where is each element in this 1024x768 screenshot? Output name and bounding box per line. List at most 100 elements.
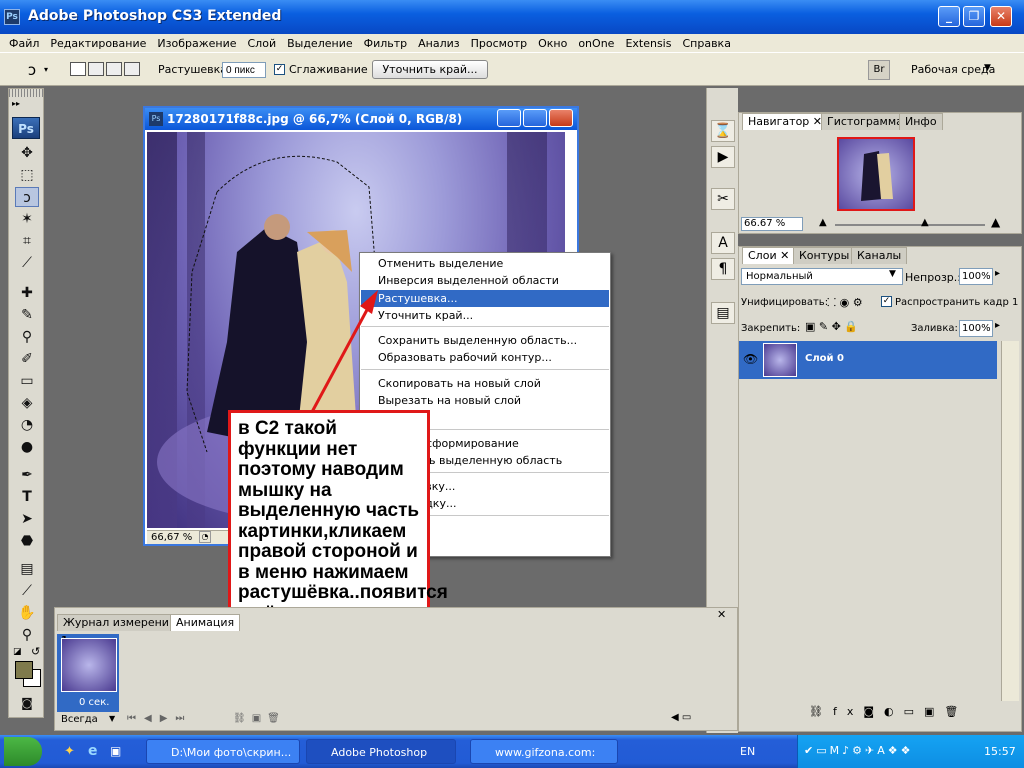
menu-analysis[interactable]: Анализ (413, 37, 466, 50)
notes-tool-icon[interactable]: ▤ (15, 559, 39, 579)
menu-file[interactable]: Файл (4, 37, 45, 50)
photoshop-logo-icon[interactable]: Ps (12, 117, 40, 139)
preset-dropdown-icon[interactable]: ▾ (44, 65, 48, 74)
language-indicator[interactable]: EN (740, 745, 755, 758)
frame-footer-icons[interactable]: ⛓▣🗑 (233, 713, 286, 724)
move-tool-icon[interactable]: ✥ (15, 143, 39, 163)
taskbar-item-photoshop[interactable]: Adobe Photoshop CS... (306, 739, 456, 764)
blend-mode-select[interactable]: Нормальный (741, 268, 903, 285)
actions-panel-icon[interactable]: ▶ (711, 146, 735, 168)
doc-minimize-button[interactable] (497, 109, 521, 127)
menu-onone[interactable]: onOne (573, 37, 620, 50)
pen-tool-icon[interactable]: ✒ (15, 465, 39, 485)
ie-icon[interactable]: e (88, 743, 98, 759)
add-selection-icon[interactable] (88, 62, 104, 76)
antialias-checkbox[interactable]: ✓ (274, 64, 285, 75)
menu-item-deselect[interactable]: Отменить выделение (361, 255, 609, 272)
menu-help[interactable]: Справка (677, 37, 736, 50)
media-icon[interactable]: ▣ (110, 744, 121, 758)
layer-row[interactable]: 👁 Слой 0 (739, 341, 997, 379)
eraser-tool-icon[interactable]: ▭ (15, 371, 39, 391)
layer-name[interactable]: Слой 0 (805, 353, 844, 364)
navigator-zoom-input[interactable]: 66.67 % (741, 217, 803, 231)
paragraph-panel-icon[interactable]: ¶ (711, 258, 735, 280)
character-panel-icon[interactable]: A (711, 232, 735, 254)
workspace-label[interactable]: Рабочая среда (911, 63, 995, 76)
taskbar-item-browser[interactable]: www.gifzona.com: Ф... (470, 739, 618, 764)
playback-controls[interactable]: ⏮◀▶⏭ (127, 713, 192, 724)
doc-maximize-button[interactable] (523, 109, 547, 127)
default-colors-icon[interactable]: ◪ (13, 647, 22, 657)
toolbox-collapse-icon[interactable]: ▸▸ (12, 99, 20, 108)
foreground-color-swatch[interactable] (15, 661, 33, 679)
swap-colors-icon[interactable]: ↺ (31, 645, 40, 658)
loop-dropdown-icon[interactable]: ▼ (109, 714, 115, 723)
layer-visibility-icon[interactable]: 👁 (743, 352, 758, 366)
magic-wand-tool-icon[interactable]: ✶ (15, 209, 39, 229)
paint-bucket-tool-icon[interactable]: ◈ (15, 393, 39, 413)
history-brush-tool-icon[interactable]: ✐ (15, 349, 39, 369)
layer-comps-icon[interactable]: ▤ (711, 302, 735, 324)
layers-scrollbar[interactable] (1001, 341, 1019, 701)
blur-tool-icon[interactable]: ◔ (15, 415, 39, 435)
navigator-zoom-slider[interactable] (835, 224, 985, 226)
healing-brush-tool-icon[interactable]: ✚ (15, 283, 39, 303)
dodge-tool-icon[interactable]: ● (15, 437, 39, 457)
path-selection-tool-icon[interactable]: ➤ (15, 509, 39, 529)
tab-info[interactable]: Инфо (899, 113, 943, 130)
animation-frame[interactable]: 1 0 сек. (57, 634, 119, 712)
fill-input[interactable]: 100% (959, 320, 993, 337)
menu-image[interactable]: Изображение (152, 37, 242, 50)
slice-tool-icon[interactable]: ⟋ (15, 253, 39, 273)
tab-channels[interactable]: Каналы (851, 247, 908, 264)
brush-tool-icon[interactable]: ✎ (15, 305, 39, 325)
doc-close-button[interactable] (549, 109, 573, 127)
maximize-button[interactable]: ❐ (963, 6, 985, 27)
timeline-convert-icons[interactable]: ◀ ▭ (671, 712, 691, 723)
lock-icons[interactable]: ▣ ✎ ✥ 🔒 (805, 320, 858, 333)
tab-layers[interactable]: Слои ✕ (742, 247, 796, 264)
tool-presets-icon[interactable]: ✂ (711, 188, 735, 210)
document-zoom-readout[interactable]: 66,67 % (151, 532, 192, 543)
propagate-checkbox[interactable]: ✓ (881, 296, 892, 307)
eyedropper-tool-icon[interactable]: ⟋ (15, 581, 39, 601)
bridge-icon[interactable]: Br (868, 60, 890, 80)
quick-mask-icon[interactable]: ◙ (15, 693, 39, 713)
history-panel-icon[interactable]: ⌛ (711, 120, 735, 142)
toolbox-grip[interactable] (9, 89, 43, 97)
intersect-selection-icon[interactable] (124, 62, 140, 76)
tray-icons[interactable]: ✔▭M♪⚙✈A❖❖ (804, 744, 913, 757)
menu-filter[interactable]: Фильтр (359, 37, 414, 50)
menu-view[interactable]: Просмотр (466, 37, 533, 50)
menu-extensis[interactable]: Extensis (620, 37, 677, 50)
lasso-preset-icon[interactable]: ↄ (20, 61, 44, 79)
status-info-icon[interactable]: ◔ (199, 531, 211, 543)
zoom-slider-thumb[interactable]: ▲ (921, 217, 929, 228)
refine-edge-button[interactable]: Уточнить край... (372, 60, 488, 79)
opacity-input[interactable]: 100% (959, 268, 993, 285)
zoom-tool-icon[interactable]: ⚲ (15, 625, 39, 645)
taskbar-item-folder[interactable]: D:\Мои фото\скрин... (146, 739, 300, 764)
fill-dropdown-icon[interactable]: ▸ (995, 320, 1000, 331)
zoom-in-icon[interactable]: ▲ (991, 215, 1000, 229)
menu-edit[interactable]: Редактирование (45, 37, 152, 50)
panel-close-icon[interactable]: ✕ (717, 608, 726, 621)
minimize-button[interactable]: _ (938, 6, 960, 27)
hand-tool-icon[interactable]: ✋ (15, 603, 39, 623)
tab-animation[interactable]: Анимация (170, 614, 241, 631)
navigator-thumbnail[interactable] (837, 137, 915, 211)
menu-layer[interactable]: Слой (243, 37, 283, 50)
new-selection-icon[interactable] (70, 62, 86, 76)
tab-paths[interactable]: Контуры (793, 247, 856, 264)
tab-measurement-log[interactable]: Журнал измерений (57, 614, 183, 631)
layers-footer-icons[interactable]: ⛓fx◙◐▭▣🗑 (809, 705, 968, 718)
loop-select[interactable]: Всегда (61, 714, 98, 725)
type-tool-icon[interactable]: T (15, 487, 39, 507)
crop-tool-icon[interactable]: ⌗ (15, 231, 39, 251)
opacity-dropdown-icon[interactable]: ▸ (995, 268, 1000, 279)
close-button[interactable]: ✕ (990, 6, 1012, 27)
menu-window[interactable]: Окно (533, 37, 573, 50)
feather-input[interactable] (222, 62, 266, 78)
subtract-selection-icon[interactable] (106, 62, 122, 76)
workspace-dropdown-icon[interactable]: ▼ (984, 63, 991, 73)
